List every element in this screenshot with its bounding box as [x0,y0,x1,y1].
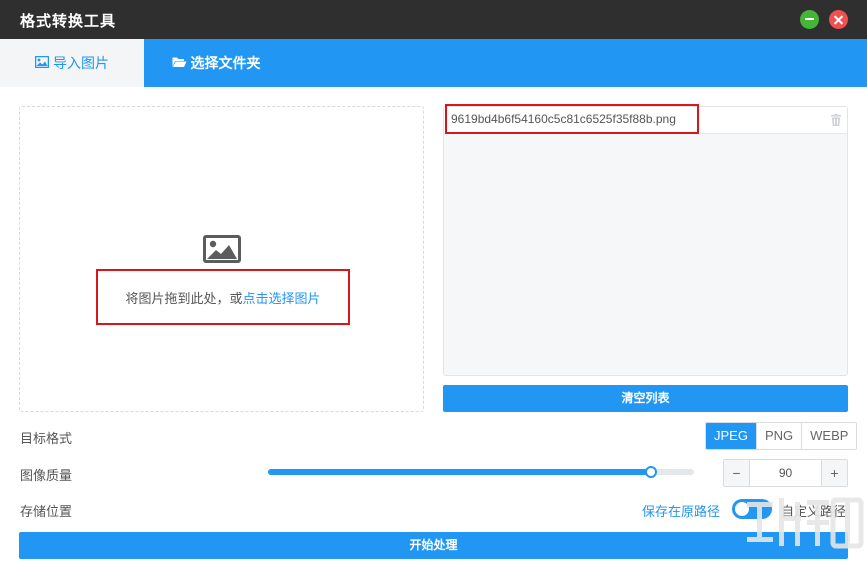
quality-slider-fill [268,469,652,475]
minimize-button[interactable] [800,10,819,29]
decrement-button[interactable]: − [724,460,750,486]
app-title: 格式转换工具 [20,13,117,30]
drop-hint: 将图片拖到此处，或 点击选择图片 [96,269,350,325]
tab-select-folder[interactable]: 选择文件夹 [144,39,288,87]
list-item[interactable]: 9619bd4b6f54160c5c81c6525f35f88b.png [444,104,847,134]
file-list: 9619bd4b6f54160c5c81c6525f35f88b.png [443,104,848,376]
file-name: 9619bd4b6f54160c5c81c6525f35f88b.png [445,104,699,134]
target-format-label: 目标格式 [20,431,73,446]
image-drop-zone[interactable]: 将图片拖到此处，或 点击选择图片 [19,106,424,412]
start-process-button[interactable]: 开始处理 [19,532,848,559]
tab-import-images[interactable]: 导入图片 [0,39,144,87]
title-bar: 格式转换工具 [0,0,867,39]
tab-import-images-label: 导入图片 [53,55,109,71]
storage-location-label: 存储位置 [20,504,73,519]
quality-stepper: − 90 + [723,459,848,487]
folder-open-icon [172,55,191,71]
close-button[interactable] [829,10,848,29]
image-icon [202,234,242,267]
format-selector: JPEG PNG WEBP [705,422,858,450]
trash-icon[interactable] [831,114,841,129]
clear-list-button[interactable]: 清空列表 [443,385,848,412]
increment-button[interactable]: + [821,460,847,486]
format-option-webp[interactable]: WEBP [801,423,857,449]
drop-hint-text: 将图片拖到此处，或 [125,290,243,306]
tab-bar: 导入图片 选择文件夹 [0,39,867,87]
select-image-link[interactable]: 点击选择图片 [243,288,321,307]
quality-slider-handle[interactable] [645,466,658,478]
watermark-logo [745,492,865,576]
format-option-png[interactable]: PNG [755,423,802,449]
tab-select-folder-label: 选择文件夹 [190,55,261,71]
quality-value[interactable]: 90 [750,460,821,486]
image-quality-label: 图像质量 [20,468,73,483]
image-icon [34,55,53,71]
format-option-jpeg[interactable]: JPEG [706,423,756,449]
quality-slider[interactable] [268,466,694,478]
save-original-path-option[interactable]: 保存在原路径 [642,501,720,520]
